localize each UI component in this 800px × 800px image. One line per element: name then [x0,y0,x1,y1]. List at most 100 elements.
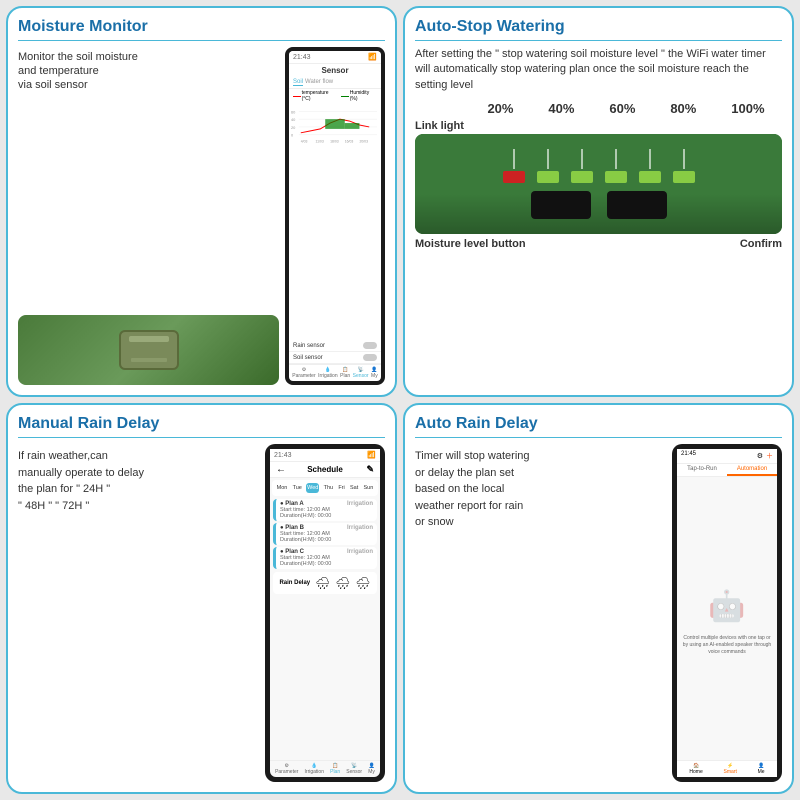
svg-text:4/03: 4/03 [301,140,308,144]
rain-delay-options: Rain Delay 🌧 🌧 🌧 [273,572,377,594]
moisture-strip-20 [537,171,559,183]
moisture-bottom-labels: Moisture level button Confirm [415,238,782,250]
plan-b: ● Plan B Irrigation Start time: 12:00 AM… [273,523,377,545]
main-grid: Moisture Monitor Monitor the soil moistu… [0,0,800,800]
moisture-description: Monitor the soil moisture and temperatur… [18,47,279,303]
link-light-strip [503,171,525,183]
sensor-strips-row [503,149,695,183]
auto-description-text: Control multiple devices with one tap or… [681,635,773,656]
sensor-block-right [607,191,667,219]
day-sat[interactable]: Sat [349,483,359,493]
chart-svg: 60 40 20 0 [291,105,379,145]
settings-icon[interactable]: ⚙ [757,452,763,460]
nav-irrigation-2[interactable]: 💧Irrigation [305,763,324,775]
svg-text:11/03: 11/03 [315,140,323,144]
nav-my[interactable]: 👤My [371,367,378,379]
auto-phone-nav: 🏠Home ⚡Smart 👤Me [677,760,777,777]
moisture-strip-40 [571,171,593,183]
nav-irrigation[interactable]: 💧Irrigation [318,367,337,379]
nav-sensor-2[interactable]: 📡Sensor [346,763,362,775]
nav-smart[interactable]: ⚡Smart [724,763,737,775]
moisture-phone: 21:43 📶 Sensor Soil Water flow temperatu… [285,47,385,385]
auto-rain-title: Auto Rain Delay [415,415,782,438]
back-arrow[interactable]: ← [276,464,286,475]
phone-status-bar: 21:43 📶 [289,51,381,64]
auto-stop-title: Auto-Stop Watering [415,18,782,41]
svg-text:20: 20 [291,125,296,130]
svg-text:60: 60 [291,109,296,114]
add-icon[interactable]: ＋ [766,451,773,461]
sensor-block-left [531,191,591,219]
svg-text:20/03: 20/03 [359,140,368,144]
moisture-phone-screen: 21:43 📶 Sensor Soil Water flow temperatu… [289,51,381,381]
auto-rain-card: Auto Rain Delay Timer will stop watering… [403,403,794,794]
manual-rain-body: If rain weather,can manually operate to … [18,444,385,782]
svg-text:18/03: 18/03 [330,140,339,144]
schedule-title: ← Schedule ✎ [270,462,380,478]
schedule-phone-nav: ⚙Parameter 💧Irrigation 📋Plan 📡Sensor 👤My [270,760,380,777]
sensor-device [119,330,179,370]
moisture-strip-100 [673,171,695,183]
humidity-legend-line [341,96,349,97]
rain-delay-24h[interactable]: 🌧 [315,576,330,590]
auto-stop-description: After setting the " stop watering soil m… [415,47,782,93]
nav-home[interactable]: 🏠Home [689,763,702,775]
automation-placeholder-icon: 🤖 [702,581,752,631]
svg-text:16/03: 16/03 [345,140,354,144]
svg-text:40: 40 [291,117,296,122]
day-fri[interactable]: Fri [337,483,345,493]
tab-automation[interactable]: Automation [727,464,777,476]
sensor-chart: 60 40 20 0 [289,103,381,340]
nav-sensor[interactable]: 📡Sensor [353,367,369,379]
nav-parameter[interactable]: ⚙Parameter [292,367,315,379]
moisture-strip-80 [639,171,661,183]
svg-text:0: 0 [291,133,294,138]
day-thu[interactable]: Thu [323,483,334,493]
schedule-phone: 21:43 📶 ← Schedule ✎ Mon Tue Wed Thu Fri [265,444,385,782]
auto-rain-screen: 21:45 ⚙ ＋ Tap-to-Run Automation 🤖 Contro… [677,449,777,777]
edit-icon[interactable]: ✎ [366,464,374,475]
nav-plan[interactable]: 📋Plan [340,367,350,379]
sensor-blocks [531,191,667,219]
nav-my-2[interactable]: 👤My [368,763,375,775]
rain-delay-48h[interactable]: 🌧 [335,576,350,590]
soil-sensor-row: Soil sensor [289,352,381,364]
day-tue[interactable]: Tue [292,483,303,493]
auto-tabs: Tap-to-Run Automation [677,464,777,477]
rain-sensor-row: Rain sensor [289,340,381,352]
auto-status-bar: 21:45 ⚙ ＋ [677,449,777,464]
nav-parameter-2[interactable]: ⚙Parameter [275,763,298,775]
days-row: Mon Tue Wed Thu Fri Sat Sun [272,480,378,496]
sensor-tabs: Soil Water flow [289,77,381,89]
link-light-row: Link light [415,120,782,132]
manual-rain-card: Manual Rain Delay If rain weather,can ma… [6,403,397,794]
nav-me[interactable]: 👤Me [758,763,765,775]
rain-delay-72h[interactable]: 🌧 [355,576,370,590]
rain-sensor-toggle[interactable] [363,342,377,349]
day-mon[interactable]: Mon [276,483,289,493]
plan-c: ● Plan C Irrigation Start time: 12:00 AM… [273,547,377,569]
soil-sensor-toggle[interactable] [363,354,377,361]
temperature-legend-line [293,96,301,97]
moisture-sensor-image [415,134,782,234]
chart-legend: temperature (°C) Humidity (%) [289,89,381,103]
rain-delay-description: If rain weather,can manually operate to … [18,444,259,782]
moisture-monitor-body: Monitor the soil moisture and temperatur… [18,47,385,385]
manual-rain-title: Manual Rain Delay [18,415,385,438]
schedule-screen: 21:43 📶 ← Schedule ✎ Mon Tue Wed Thu Fri [270,449,380,777]
soil-sensor-image [18,315,279,385]
sensor-screen-title: Sensor [289,64,381,77]
moisture-percentage-labels: 20% 40% 60% 80% 100% [415,101,782,116]
schedule-status-bar: 21:43 📶 [270,449,380,462]
moisture-phone-nav: ⚙Parameter 💧Irrigation 📋Plan 📡Sensor 👤My [289,364,381,381]
day-sun[interactable]: Sun [363,483,375,493]
auto-stop-card: Auto-Stop Watering After setting the " s… [403,6,794,397]
nav-plan-2[interactable]: 📋Plan [330,763,340,775]
moisture-monitor-card: Moisture Monitor Monitor the soil moistu… [6,6,397,397]
auto-content-area: 🤖 Control multiple devices with one tap … [677,477,777,760]
moisture-strip-60 [605,171,627,183]
tab-tap-to-run[interactable]: Tap-to-Run [677,464,727,476]
auto-rain-body: Timer will stop watering or delay the pl… [415,444,782,782]
auto-rain-description: Timer will stop watering or delay the pl… [415,444,666,782]
day-wed[interactable]: Wed [306,483,319,493]
